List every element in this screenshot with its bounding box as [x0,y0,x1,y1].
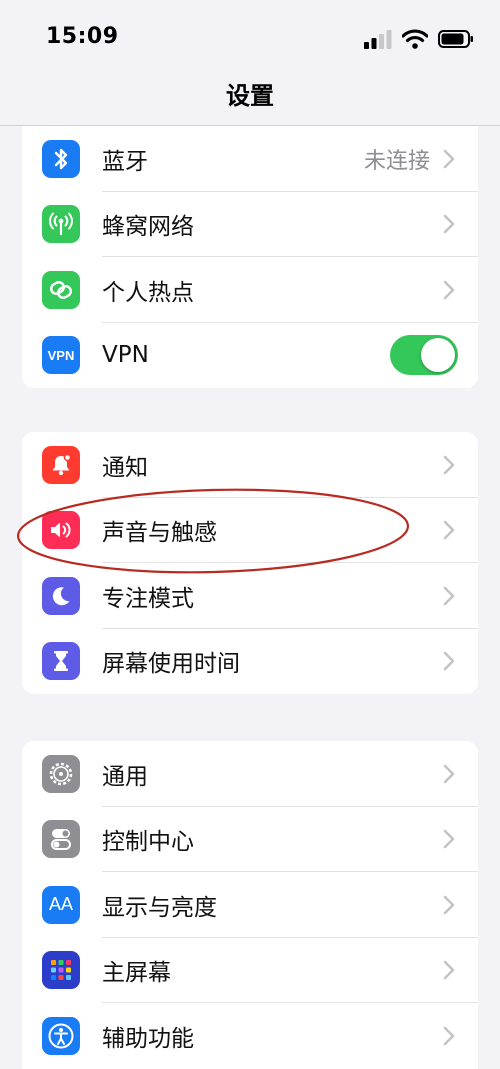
settings-row-vpn[interactable]: VPN VPN [22,323,478,389]
chevron-right-icon [443,520,455,540]
settings-row-label: 蜂窝网络 [102,214,194,241]
bell-icon [42,445,80,484]
hotspot-link-icon [42,270,80,309]
settings-row-display-brightness[interactable]: AA 显示与亮度 [22,872,478,938]
vpn-icon-text: VPN [47,347,75,363]
settings-row-label: 屏幕使用时间 [102,651,240,678]
chevron-right-icon [443,651,455,671]
gear-icon [42,754,80,793]
settings-row-accessibility[interactable]: 辅助功能 [22,1003,478,1069]
settings-row-notifications[interactable]: 通知 [22,432,478,498]
chevron-right-icon [443,764,455,784]
settings-row-label: VPN [102,342,149,369]
settings-row-label: 通知 [102,454,148,481]
vpn-toggle[interactable] [390,335,458,376]
settings-row-label: 主屏幕 [102,960,171,987]
chevron-right-icon [443,960,455,980]
settings-row-screen-time[interactable]: 屏幕使用时间 [22,629,478,695]
bluetooth-icon [42,139,80,178]
toggles-icon [42,820,80,859]
cellular-antenna-icon [42,205,80,244]
speaker-icon [42,511,80,550]
chevron-right-icon [443,214,455,234]
settings-row-label: 显示与亮度 [102,894,217,921]
settings-row-label: 通用 [102,763,148,790]
settings-row-sounds-haptics[interactable]: 声音与触感 [22,498,478,564]
settings-row-bluetooth[interactable]: 蓝牙 未连接 [22,126,478,192]
signal-icon [364,30,392,49]
chevron-right-icon [443,829,455,849]
settings-row-home-screen[interactable]: 主屏幕 [22,938,478,1004]
navigation-bar: 设置 [0,78,500,126]
chevron-right-icon [443,455,455,475]
text-size-icon-text: AA [48,894,73,915]
moon-icon [42,576,80,615]
settings-group-general: 通用 控制中心 AA 显示与亮度 主屏幕 辅助功能 [22,741,478,1069]
chevron-right-icon [443,895,455,915]
chevron-right-icon [443,1026,455,1046]
chevron-right-icon [443,586,455,606]
settings-row-label: 个人热点 [102,279,194,306]
text-size-icon: AA [42,885,80,924]
status-time: 15:09 [46,24,119,49]
chevron-right-icon [443,280,455,300]
settings-row-label: 专注模式 [102,585,194,612]
settings-row-label: 蓝牙 [102,148,148,175]
settings-group-notifications: 通知 声音与触感 专注模式 屏幕使用时间 [22,432,478,694]
settings-row-label: 控制中心 [102,829,194,856]
settings-row-label: 辅助功能 [102,1025,194,1052]
settings-row-label: 声音与触感 [102,520,217,547]
status-icons [364,28,474,50]
bluetooth-status-value: 未连接 [363,148,430,174]
home-grid-icon [42,951,80,990]
vpn-icon: VPN [42,336,80,375]
page-title: 设置 [226,82,274,110]
settings-group-connectivity: 蓝牙 未连接 蜂窝网络 个人热点 VPN VPN [22,126,478,388]
settings-row-focus[interactable]: 专注模式 [22,563,478,629]
accessibility-icon [42,1016,80,1055]
battery-icon [438,30,473,48]
toggle-knob [421,338,455,373]
settings-row-hotspot[interactable]: 个人热点 [22,257,478,323]
settings-row-cellular[interactable]: 蜂窝网络 [22,192,478,258]
wifi-icon [402,29,428,49]
settings-row-control-center[interactable]: 控制中心 [22,807,478,873]
settings-row-general[interactable]: 通用 [22,741,478,807]
hourglass-icon [42,642,80,681]
status-bar: 15:09 [0,0,500,78]
chevron-right-icon [443,149,455,169]
